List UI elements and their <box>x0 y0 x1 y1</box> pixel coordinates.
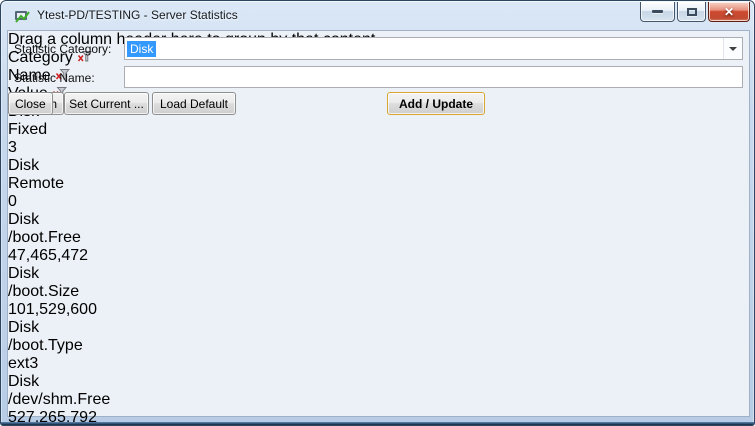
cell-value: 47,465,472 <box>8 247 749 265</box>
dialog-body: Statistic Category: Disk Statistic Name:… <box>7 30 750 417</box>
cell-value: ext3 <box>8 355 749 373</box>
chevron-down-icon <box>729 47 737 51</box>
cell-name: Remote <box>8 175 749 193</box>
table-row[interactable]: Disk/boot.Free47,465,472 <box>8 211 749 265</box>
window-controls: ✕ <box>640 2 750 22</box>
statistic-category-label: Statistic Category: <box>14 42 111 56</box>
cell-value: 3 <box>8 139 749 157</box>
minimize-button[interactable] <box>640 2 675 22</box>
window-title: Ytest-PD/TESTING - Server Statistics <box>37 8 238 22</box>
close-button[interactable]: Close <box>8 92 53 115</box>
cell-category: Disk <box>8 265 749 283</box>
table-body: DiskFixed3DiskRemote0Disk/boot.Free47,46… <box>8 103 749 426</box>
app-icon <box>14 8 30 24</box>
statistic-category-value: Disk <box>127 41 156 57</box>
cell-name: Fixed <box>8 121 749 139</box>
close-icon: ✕ <box>724 6 734 18</box>
combobox-dropdown-button[interactable] <box>723 38 742 59</box>
statistic-name-label: Statistic Name: <box>14 71 95 85</box>
minimize-icon <box>652 10 663 13</box>
titlebar[interactable]: Ytest-PD/TESTING - Server Statistics ✕ <box>1 1 754 30</box>
cell-name: /dev/shm.Free <box>8 391 749 409</box>
server-statistics-dialog: Ytest-PD/TESTING - Server Statistics ✕ S… <box>0 0 755 426</box>
maximize-icon <box>687 8 697 16</box>
maximize-button[interactable] <box>677 2 706 22</box>
close-window-button[interactable]: ✕ <box>708 2 750 22</box>
cell-name: /boot.Type <box>8 337 749 355</box>
cell-category: Disk <box>8 211 749 229</box>
table-row[interactable]: Disk/boot.Size101,529,600 <box>8 265 749 319</box>
statistic-category-combobox[interactable]: Disk <box>124 37 743 60</box>
cell-value: 527,265,792 <box>8 409 749 426</box>
load-default-button[interactable]: Load Default <box>152 92 236 115</box>
table-row[interactable]: Disk/boot.Typeext3 <box>8 319 749 373</box>
statistic-name-input[interactable] <box>124 66 743 88</box>
cell-value: 101,529,600 <box>8 301 749 319</box>
table-row[interactable]: DiskRemote0 <box>8 157 749 211</box>
add-update-button[interactable]: Add / Update <box>387 92 485 115</box>
cell-name: /boot.Free <box>8 229 749 247</box>
cell-category: Disk <box>8 319 749 337</box>
cell-value: 0 <box>8 193 749 211</box>
set-current-button[interactable]: Set Current ... <box>64 92 149 115</box>
table-row[interactable]: Disk/dev/shm.Free527,265,792 <box>8 373 749 426</box>
cell-category: Disk <box>8 157 749 175</box>
cell-category: Disk <box>8 373 749 391</box>
cell-name: /boot.Size <box>8 283 749 301</box>
